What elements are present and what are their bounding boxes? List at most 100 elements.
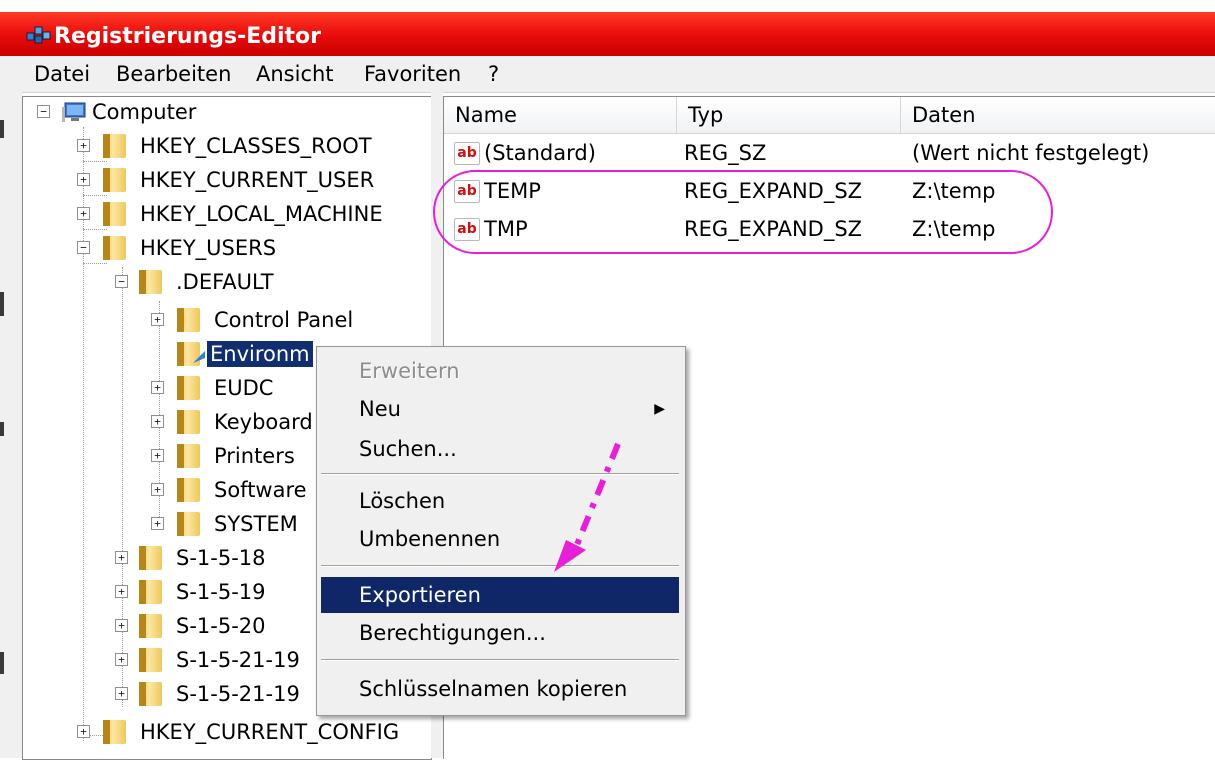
tree-node-hkey-local-machine[interactable]: + HKEY_LOCAL_MACHINE xyxy=(23,199,423,231)
menu-item-label: Berechtigungen... xyxy=(359,621,546,645)
menu-item-label: Umbenennen xyxy=(359,527,501,551)
list-header: Name Typ Daten xyxy=(444,97,1215,134)
tree-label: S-1-5-21-19 xyxy=(176,682,300,706)
value-name: TEMP xyxy=(484,179,541,203)
folder-icon xyxy=(177,512,200,536)
menu-item-suchen[interactable]: Suchen... xyxy=(321,431,679,467)
folder-icon xyxy=(177,444,200,468)
folder-icon xyxy=(177,478,200,502)
menu-separator xyxy=(321,659,679,661)
menu-item-berechtigungen[interactable]: Berechtigungen... xyxy=(321,615,679,651)
tree-node-hkey-current-config[interactable]: + HKEY_CURRENT_CONFIG xyxy=(23,717,423,749)
column-header-type[interactable]: Typ xyxy=(677,97,901,133)
tree-node-hkey-classes-root[interactable]: + HKEY_CLASSES_ROOT xyxy=(23,131,423,163)
tree-label: Software xyxy=(214,478,307,502)
menu-ansicht[interactable]: Ansicht xyxy=(252,62,338,86)
value-data: Z:\temp xyxy=(912,179,996,203)
cursor-arrow-icon xyxy=(193,351,205,363)
menu-item-exportieren[interactable]: Exportieren xyxy=(321,577,679,613)
menu-item-label: Suchen... xyxy=(359,437,457,461)
menu-item-erweitern: Erweitern xyxy=(321,353,679,389)
computer-icon xyxy=(62,102,86,122)
folder-icon xyxy=(103,168,126,192)
expand-toggle[interactable]: + xyxy=(115,551,128,564)
expand-toggle[interactable]: + xyxy=(77,173,90,186)
menu-separator xyxy=(321,565,679,567)
menu-item-label: Erweitern xyxy=(359,359,460,383)
menu-item-schluesselnamen-kopieren[interactable]: Schlüsselnamen kopieren xyxy=(321,671,679,707)
registry-editor-window: Registrierungs-Editor Datei Bearbeiten A… xyxy=(0,0,1215,760)
value-name: TMP xyxy=(484,217,528,241)
expand-toggle[interactable]: + xyxy=(115,619,128,632)
tree-label: Printers xyxy=(214,444,295,468)
expand-toggle[interactable]: + xyxy=(77,207,90,220)
tree-label: Computer xyxy=(92,100,197,124)
menu-item-umbenennen[interactable]: Umbenennen xyxy=(321,521,679,557)
collapse-toggle[interactable]: − xyxy=(77,241,90,254)
tree-node-computer[interactable]: − Computer xyxy=(23,97,423,129)
folder-icon xyxy=(139,580,162,604)
menu-item-neu[interactable]: Neu ▶ xyxy=(321,391,679,427)
tree-node-control-panel[interactable]: + Control Panel xyxy=(23,305,423,337)
expand-toggle[interactable]: + xyxy=(115,687,128,700)
menu-item-label: Löschen xyxy=(359,489,446,513)
window-title: Registrierungs-Editor xyxy=(54,24,322,49)
expand-toggle[interactable]: + xyxy=(151,415,164,428)
value-type: REG_EXPAND_SZ xyxy=(684,217,863,241)
collapse-toggle[interactable]: − xyxy=(37,105,50,118)
folder-icon xyxy=(139,648,162,672)
value-data: Z:\temp xyxy=(912,217,996,241)
expand-toggle[interactable]: + xyxy=(151,381,164,394)
menu-datei[interactable]: Datei xyxy=(30,62,94,86)
column-header-name[interactable]: Name xyxy=(444,97,677,133)
expand-toggle[interactable]: + xyxy=(151,313,164,326)
tree-node-hkey-users[interactable]: − HKEY_USERS xyxy=(23,233,423,265)
title-bar[interactable]: Registrierungs-Editor xyxy=(0,12,1215,56)
value-row-temp[interactable]: ab TEMP REG_EXPAND_SZ Z:\temp xyxy=(444,175,1215,209)
expand-toggle[interactable]: + xyxy=(77,139,90,152)
menu-bearbeiten[interactable]: Bearbeiten xyxy=(112,62,235,86)
tree-label-selected: Environm xyxy=(207,341,313,367)
folder-icon xyxy=(139,614,162,638)
tree-label: Keyboard xyxy=(214,410,313,434)
tree-label: S-1-5-19 xyxy=(176,580,266,604)
tree-node-default[interactable]: − .DEFAULT xyxy=(23,267,423,299)
folder-icon xyxy=(103,134,126,158)
menu-favoriten[interactable]: Favoriten xyxy=(360,62,465,86)
tree-label: S-1-5-20 xyxy=(176,614,266,638)
background-strip xyxy=(0,92,22,758)
tree-label: SYSTEM xyxy=(214,512,298,536)
folder-icon xyxy=(103,202,126,226)
expand-toggle[interactable]: + xyxy=(77,725,90,738)
expand-toggle[interactable]: + xyxy=(115,585,128,598)
folder-icon xyxy=(139,682,162,706)
menu-separator xyxy=(321,473,679,475)
folder-icon xyxy=(177,376,200,400)
tree-label: HKEY_LOCAL_MACHINE xyxy=(140,202,383,226)
expand-toggle[interactable]: + xyxy=(151,517,164,530)
tree-label: .DEFAULT xyxy=(176,270,274,294)
expand-toggle[interactable]: + xyxy=(115,653,128,666)
folder-icon xyxy=(139,270,162,294)
value-type: REG_EXPAND_SZ xyxy=(684,179,863,203)
tree-label: HKEY_CURRENT_USER xyxy=(140,168,375,192)
tree-label: HKEY_CLASSES_ROOT xyxy=(140,134,372,158)
value-row-standard[interactable]: ab (Standard) REG_SZ (Wert nicht festgel… xyxy=(444,137,1215,171)
column-header-data[interactable]: Daten xyxy=(901,97,1215,133)
tree-label: Control Panel xyxy=(214,308,354,332)
tree-label: HKEY_USERS xyxy=(140,236,277,260)
tree-node-hkey-current-user[interactable]: + HKEY_CURRENT_USER xyxy=(23,165,423,197)
collapse-toggle[interactable]: − xyxy=(115,275,128,288)
value-row-tmp[interactable]: ab TMP REG_EXPAND_SZ Z:\temp xyxy=(444,213,1215,247)
menu-item-loeschen[interactable]: Löschen xyxy=(321,483,679,519)
folder-icon xyxy=(177,308,200,332)
menu-help[interactable]: ? xyxy=(484,62,503,86)
folder-icon xyxy=(103,236,126,260)
folder-icon xyxy=(103,720,126,744)
tree-label: EUDC xyxy=(214,376,274,400)
string-value-icon: ab xyxy=(454,180,480,203)
expand-toggle[interactable]: + xyxy=(151,483,164,496)
menu-bar: Datei Bearbeiten Ansicht Favoriten ? xyxy=(0,56,1215,93)
expand-toggle[interactable]: + xyxy=(151,449,164,462)
submenu-arrow-icon: ▶ xyxy=(654,401,665,417)
